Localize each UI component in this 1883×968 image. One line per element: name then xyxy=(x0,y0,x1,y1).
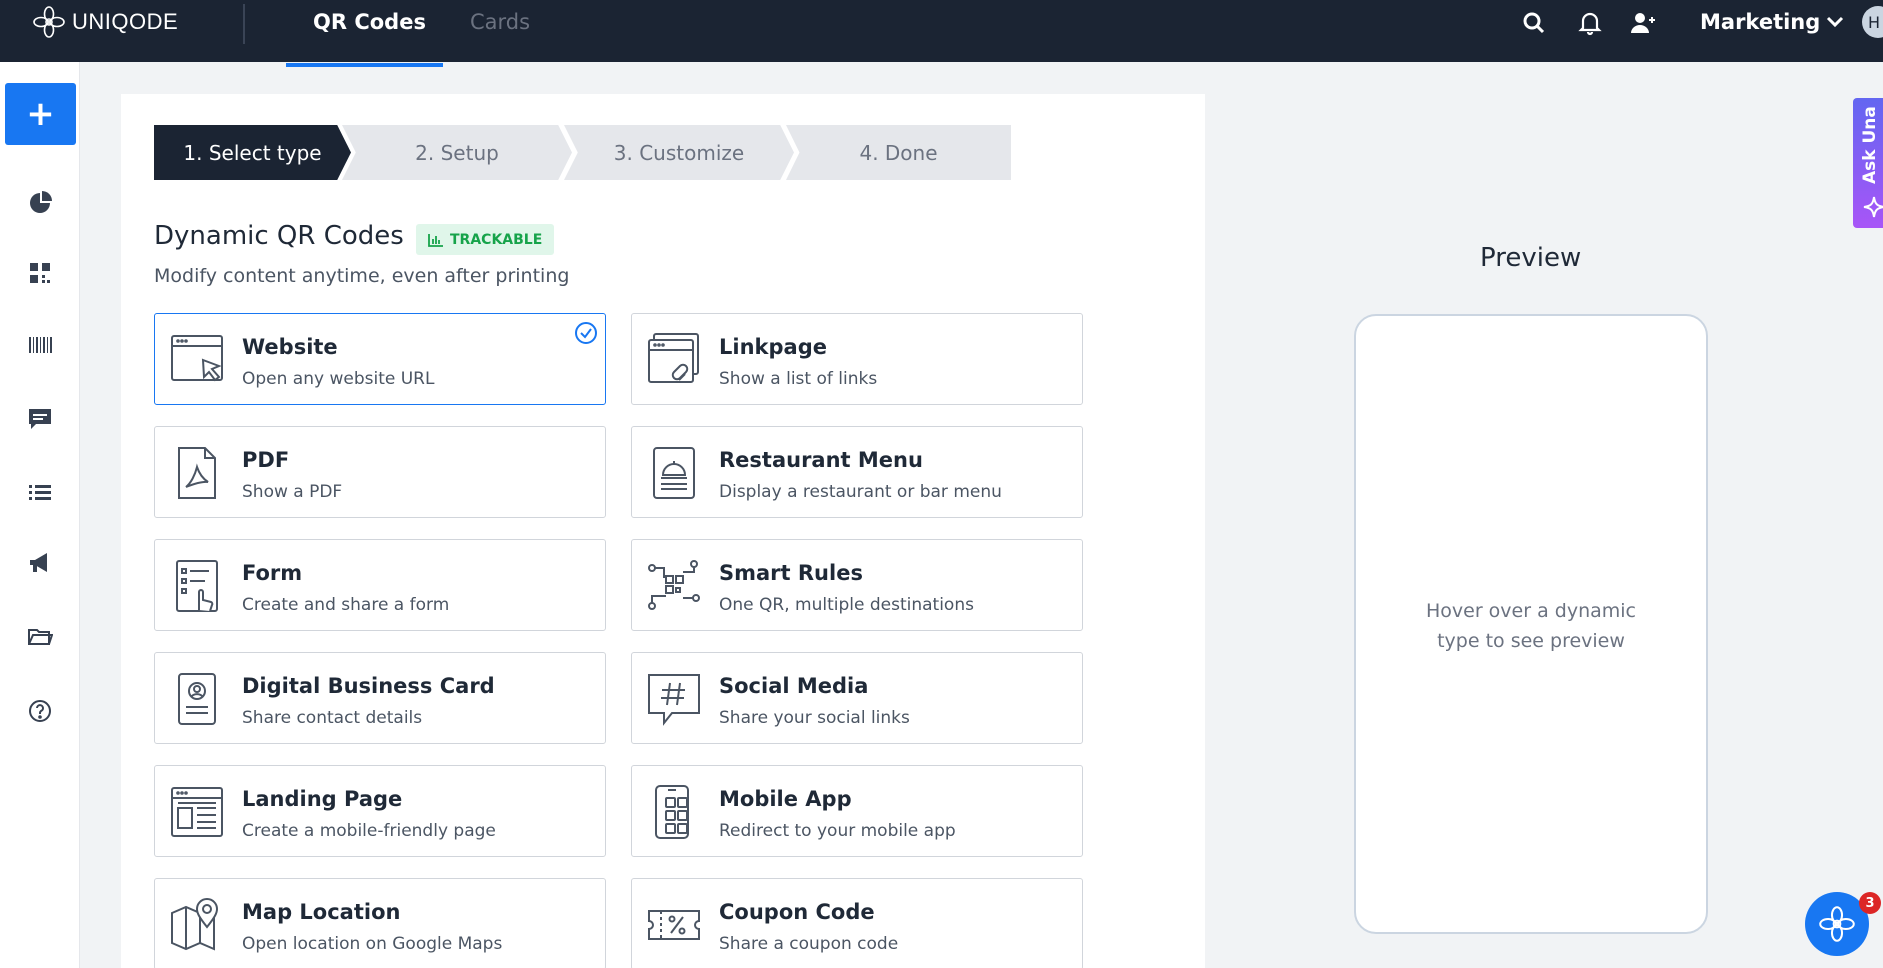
card-description: Share contact details xyxy=(242,708,423,728)
top-navbar: UNIQODE QR Codes Cards Marketing H xyxy=(0,0,1883,62)
chevron-down-icon xyxy=(1827,16,1844,28)
restaurant-menu-icon xyxy=(646,445,702,501)
ask-una-label: Ask Una xyxy=(1860,106,1880,184)
card-title: Coupon Code xyxy=(719,900,875,924)
step-select-type: 1. Select type xyxy=(154,125,351,180)
card-title: Mobile App xyxy=(719,787,852,811)
create-new-button[interactable]: + xyxy=(5,83,76,145)
section-title: Dynamic QR Codes xyxy=(154,221,404,251)
type-card-pdf[interactable]: PDF Show a PDF xyxy=(154,426,606,518)
barcode-icon[interactable] xyxy=(27,332,53,358)
card-title: PDF xyxy=(242,448,290,472)
card-description: Share a coupon code xyxy=(719,934,899,954)
card-description: Open location on Google Maps xyxy=(242,934,503,954)
preview-hint-line1: Hover over a dynamic xyxy=(1425,600,1636,622)
check-circle-icon xyxy=(575,322,597,344)
workspace-dropdown[interactable]: Marketing xyxy=(1700,10,1844,34)
website-icon xyxy=(169,332,225,388)
card-description: Create and share a form xyxy=(242,595,450,615)
qr-type-panel: 1. Select type 2. Setup 3. Customize 4. … xyxy=(121,94,1205,968)
business-card-icon xyxy=(169,671,225,727)
type-card-restaurant-menu[interactable]: Restaurant Menu Display a restaurant or … xyxy=(631,426,1083,518)
progress-stepper: 1. Select type 2. Setup 3. Customize 4. … xyxy=(154,125,1011,180)
card-description: One QR, multiple destinations xyxy=(719,595,974,615)
type-card-coupon-code[interactable]: Coupon Code Share a coupon code xyxy=(631,878,1083,968)
bell-icon[interactable] xyxy=(1577,10,1603,36)
type-card-social-media[interactable]: Social Media Share your social links xyxy=(631,652,1083,744)
section-subtitle: Modify content anytime, even after print… xyxy=(154,265,570,287)
list-icon[interactable] xyxy=(27,480,53,506)
tab-qr-codes[interactable]: QR Codes xyxy=(313,10,426,34)
sparkle-icon xyxy=(1863,196,1883,218)
help-icon[interactable] xyxy=(27,698,53,724)
avatar[interactable]: H xyxy=(1862,6,1883,38)
tab-cards[interactable]: Cards xyxy=(470,10,530,34)
flower-logo-icon xyxy=(1819,906,1855,942)
card-description: Share your social links xyxy=(719,708,910,728)
card-title: Form xyxy=(242,561,303,585)
step-done: 4. Done xyxy=(786,125,1011,180)
card-title: Map Location xyxy=(242,900,401,924)
badge-label: TRACKABLE xyxy=(450,231,543,248)
trackable-badge: TRACKABLE xyxy=(416,224,555,255)
type-card-website[interactable]: Website Open any website URL xyxy=(154,313,606,405)
type-card-smart-rules[interactable]: Smart Rules One QR, multiple destination… xyxy=(631,539,1083,631)
type-card-digital-business-card[interactable]: Digital Business Card Share contact deta… xyxy=(154,652,606,744)
flower-logo-icon xyxy=(33,6,65,38)
preview-title: Preview xyxy=(1480,243,1582,273)
uniqode-logo[interactable]: UNIQODE xyxy=(32,5,178,39)
card-description: Open any website URL xyxy=(242,369,435,389)
active-tab-indicator xyxy=(286,63,443,67)
form-icon xyxy=(169,558,225,614)
preview-hint: Hover over a dynamic type to see preview xyxy=(1356,596,1706,656)
type-card-map-location[interactable]: Map Location Open location on Google Map… xyxy=(154,878,606,968)
social-media-icon xyxy=(646,671,702,727)
type-card-landing-page[interactable]: Landing Page Create a mobile-friendly pa… xyxy=(154,765,606,857)
preview-hint-line2: type to see preview xyxy=(1437,630,1625,652)
smart-rules-icon xyxy=(646,558,702,614)
search-icon[interactable] xyxy=(1521,10,1547,36)
card-title: Website xyxy=(242,335,338,359)
mobile-app-icon xyxy=(646,784,702,840)
card-title: Restaurant Menu xyxy=(719,448,923,472)
landing-page-icon xyxy=(169,784,225,840)
card-description: Display a restaurant or bar menu xyxy=(719,482,1002,502)
folder-icon[interactable] xyxy=(27,624,54,650)
ask-una-tab[interactable]: Ask Una xyxy=(1853,98,1883,228)
nav-divider xyxy=(243,4,245,44)
card-title: Social Media xyxy=(719,674,869,698)
card-title: Landing Page xyxy=(242,787,403,811)
workspace-label: Marketing xyxy=(1700,10,1821,34)
message-icon[interactable] xyxy=(27,406,53,432)
pdf-icon xyxy=(169,445,225,501)
phone-preview-frame: Hover over a dynamic type to see preview xyxy=(1354,314,1708,934)
card-title: Smart Rules xyxy=(719,561,863,585)
analytics-pie-icon[interactable] xyxy=(27,190,53,216)
megaphone-icon[interactable] xyxy=(27,550,53,576)
card-title: Digital Business Card xyxy=(242,674,495,698)
card-description: Create a mobile-friendly page xyxy=(242,821,496,841)
notification-count-badge: 3 xyxy=(1859,892,1881,914)
type-card-linkpage[interactable]: Linkpage Show a list of links xyxy=(631,313,1083,405)
brand-name: UNIQODE xyxy=(72,9,179,34)
step-setup: 2. Setup xyxy=(342,125,572,180)
add-user-icon[interactable] xyxy=(1630,10,1656,36)
linkpage-icon xyxy=(646,332,702,388)
map-location-icon xyxy=(169,897,225,953)
type-card-form[interactable]: Form Create and share a form xyxy=(154,539,606,631)
coupon-code-icon xyxy=(646,897,702,953)
qr-code-icon[interactable] xyxy=(27,260,53,286)
bar-chart-icon xyxy=(428,233,443,247)
step-customize: 3. Customize xyxy=(564,125,794,180)
card-title: Linkpage xyxy=(719,335,827,359)
card-description: Show a PDF xyxy=(242,482,343,502)
card-description: Show a list of links xyxy=(719,369,878,389)
card-description: Redirect to your mobile app xyxy=(719,821,956,841)
type-card-mobile-app[interactable]: Mobile App Redirect to your mobile app xyxy=(631,765,1083,857)
left-sidebar: + xyxy=(0,62,80,968)
